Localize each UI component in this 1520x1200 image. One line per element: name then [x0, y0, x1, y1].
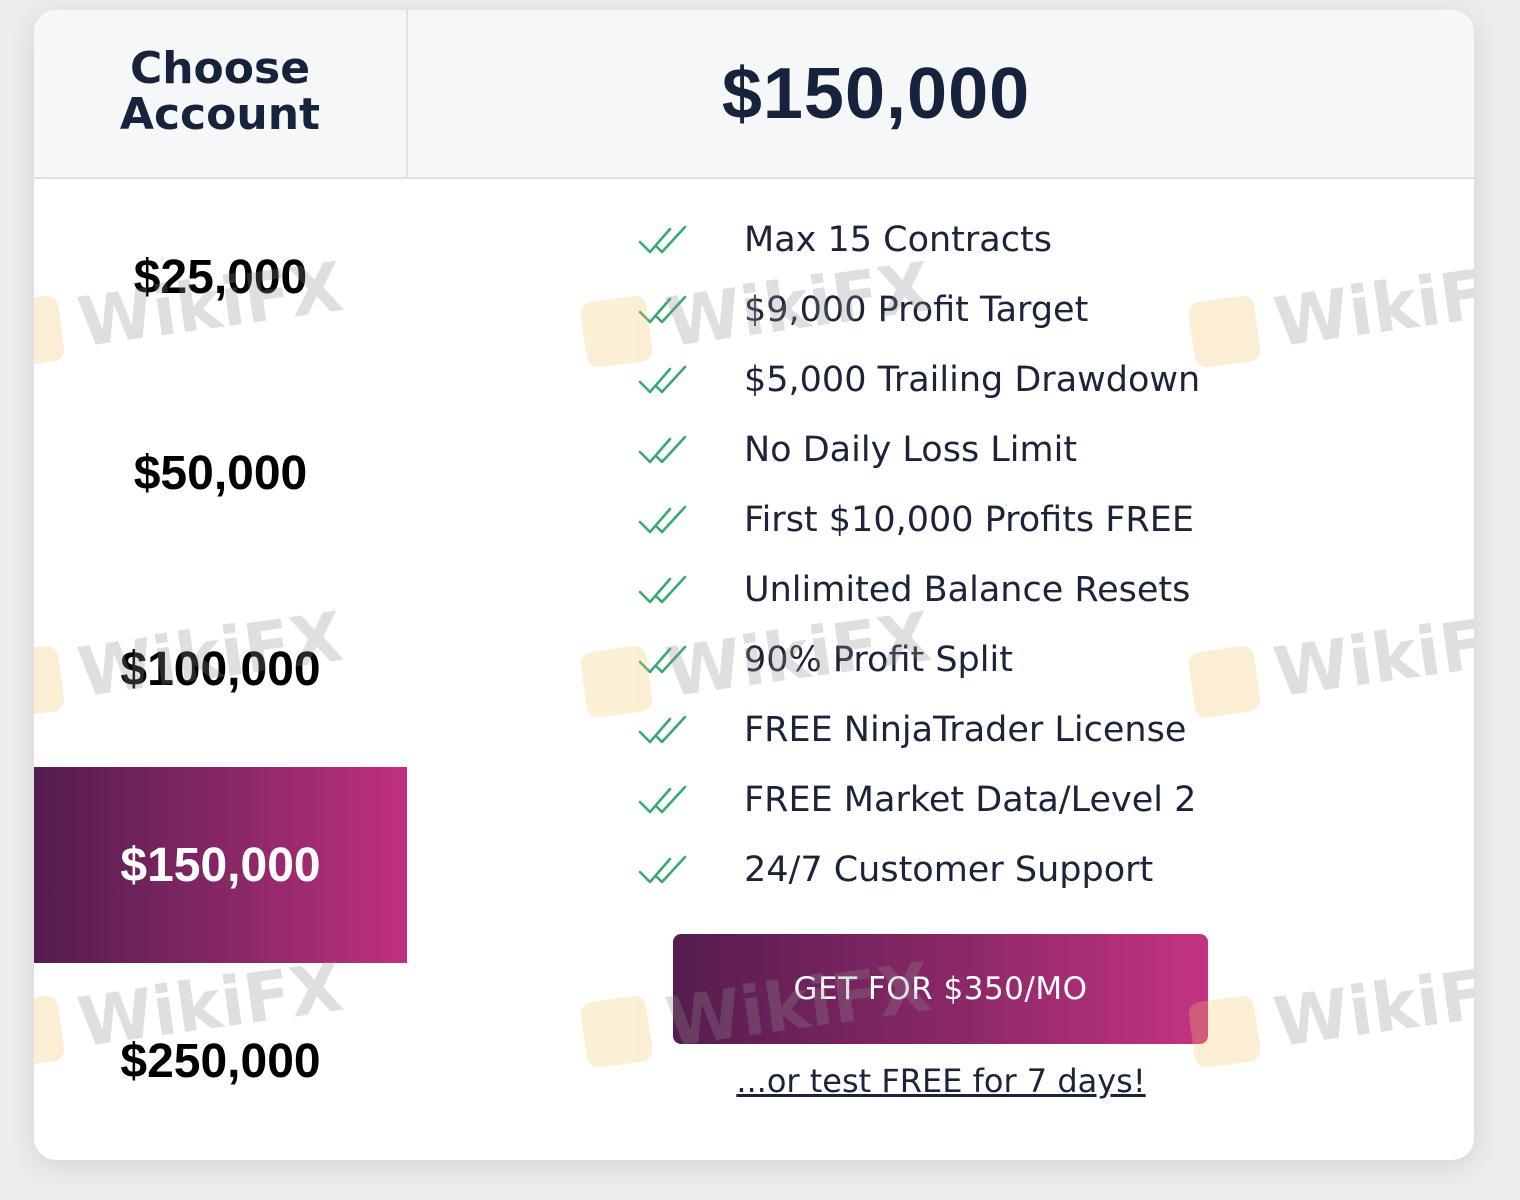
watermark-logo-icon — [579, 993, 654, 1069]
free-trial-link[interactable]: ...or test FREE for 7 days! — [634, 1062, 1248, 1100]
feature-text: $5,000 Trailing Drawdown — [744, 360, 1201, 400]
feature-text: 24/7 Customer Support — [744, 850, 1154, 890]
choose-account-cell: Choose Account — [34, 10, 408, 177]
watermark: WikiFX — [1186, 948, 1474, 1075]
selected-amount-cell: $150,000 — [408, 10, 1474, 177]
double-check-icon — [638, 855, 687, 884]
feature-text: FREE NinjaTrader License — [744, 710, 1187, 750]
pricing-card: Choose Account $150,000 $25,000 $50,000 … — [34, 10, 1474, 1160]
double-check-icon — [638, 295, 687, 324]
account-option-250000[interactable]: $250,000 — [34, 963, 407, 1159]
double-check-icon — [638, 435, 687, 464]
feature-text: Unlimited Balance Resets — [744, 570, 1191, 610]
double-check-icon — [638, 785, 687, 814]
get-plan-button[interactable]: GET FOR $350/MO — [673, 934, 1208, 1044]
double-check-icon — [638, 365, 687, 394]
feature-item: $5,000 Trailing Drawdown — [638, 345, 1398, 415]
feature-item: 24/7 Customer Support — [638, 835, 1398, 905]
choose-account-title: Choose Account — [119, 42, 321, 140]
feature-item: No Daily Loss Limit — [638, 415, 1398, 485]
double-check-icon — [638, 575, 687, 604]
account-option-100000[interactable]: $100,000 — [34, 571, 407, 767]
double-check-icon — [638, 505, 687, 534]
feature-text: 90% Profit Split — [744, 640, 1013, 680]
feature-text: Max 15 Contracts — [744, 220, 1052, 260]
feature-text: No Daily Loss Limit — [744, 430, 1078, 470]
card-header: Choose Account $150,000 — [34, 10, 1474, 179]
account-size-list: $25,000 $50,000 $100,000 $150,000 $250,0… — [34, 179, 407, 1159]
selected-amount: $150,000 — [721, 53, 1031, 134]
feature-item: $9,000 Profit Target — [638, 275, 1398, 345]
double-check-icon — [638, 715, 687, 744]
feature-list: Max 15 Contracts $9,000 Profit Target $5… — [638, 205, 1398, 905]
account-option-25000[interactable]: $25,000 — [34, 179, 407, 375]
feature-item: First $10,000 Profits FREE — [638, 485, 1398, 555]
feature-item: FREE Market Data/Level 2 — [638, 765, 1398, 835]
feature-item: Max 15 Contracts — [638, 205, 1398, 275]
double-check-icon — [638, 225, 687, 254]
feature-item: 90% Profit Split — [638, 625, 1398, 695]
feature-item: FREE NinjaTrader License — [638, 695, 1398, 765]
double-check-icon — [638, 645, 687, 674]
account-option-50000[interactable]: $50,000 — [34, 375, 407, 571]
feature-text: First $10,000 Profits FREE — [744, 500, 1194, 540]
feature-item: Unlimited Balance Resets — [638, 555, 1398, 625]
feature-text: $9,000 Profit Target — [744, 290, 1089, 330]
feature-text: FREE Market Data/Level 2 — [744, 780, 1197, 820]
account-option-150000[interactable]: $150,000 — [34, 767, 407, 963]
watermark-text: WikiFX — [1269, 948, 1474, 1064]
